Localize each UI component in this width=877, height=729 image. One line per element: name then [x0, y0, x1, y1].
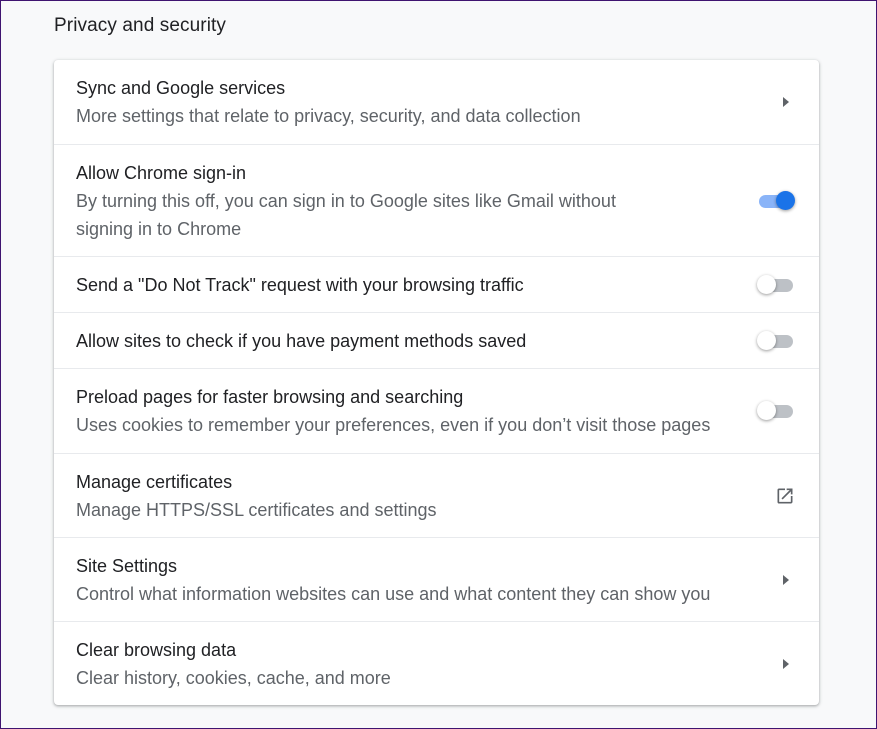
- row-label: Allow sites to check if you have payment…: [76, 331, 527, 351]
- site-settings-row[interactable]: Site Settings Control what information w…: [54, 537, 819, 621]
- row-label: Send a "Do Not Track" request with your …: [76, 275, 524, 295]
- section-title: Privacy and security: [54, 15, 227, 36]
- row-description: By turning this off, you can sign in to …: [76, 191, 616, 239]
- row-label: Manage certificates: [76, 472, 233, 492]
- row-description: Control what information websites can us…: [76, 584, 711, 604]
- allow-chrome-signin-row[interactable]: Allow Chrome sign-in By turning this off…: [54, 144, 819, 256]
- row-label: Clear browsing data: [76, 640, 237, 660]
- chevron-right-icon[interactable]: [783, 658, 789, 669]
- row-label: Sync and Google services: [76, 78, 286, 98]
- toggle-knob: [757, 401, 776, 420]
- preload-pages-row[interactable]: Preload pages for faster browsing and se…: [54, 368, 819, 453]
- chevron-right-icon[interactable]: [783, 574, 789, 585]
- payment-methods-toggle[interactable]: [757, 330, 795, 351]
- payment-methods-row[interactable]: Allow sites to check if you have payment…: [54, 312, 819, 368]
- do-not-track-toggle[interactable]: [757, 274, 795, 295]
- row-label: Allow Chrome sign-in: [76, 163, 247, 183]
- settings-page: Privacy and security Sync and Google ser…: [0, 0, 877, 729]
- toggle-knob: [757, 330, 776, 350]
- sync-google-services-row[interactable]: Sync and Google services More settings t…: [54, 60, 819, 144]
- allow-chrome-signin-toggle[interactable]: [757, 190, 795, 211]
- toggle-knob: [757, 274, 776, 294]
- manage-certificates-row[interactable]: Manage certificates Manage HTTPS/SSL cer…: [54, 453, 819, 537]
- row-description: Clear history, cookies, cache, and more: [76, 668, 391, 688]
- toggle-knob: [776, 190, 795, 210]
- chevron-right-icon[interactable]: [783, 97, 789, 107]
- do-not-track-row[interactable]: Send a "Do Not Track" request with your …: [54, 256, 819, 312]
- row-description: Manage HTTPS/SSL certificates and settin…: [76, 500, 437, 520]
- open-in-new-icon[interactable]: [775, 486, 795, 506]
- row-description: Uses cookies to remember your preference…: [76, 415, 711, 435]
- row-label: Preload pages for faster browsing and se…: [76, 387, 464, 407]
- privacy-security-card: Sync and Google services More settings t…: [54, 60, 819, 705]
- row-label: Site Settings: [76, 556, 178, 576]
- preload-pages-toggle[interactable]: [757, 401, 795, 421]
- row-description: More settings that relate to privacy, se…: [76, 106, 581, 126]
- clear-browsing-data-row[interactable]: Clear browsing data Clear history, cooki…: [54, 621, 819, 705]
